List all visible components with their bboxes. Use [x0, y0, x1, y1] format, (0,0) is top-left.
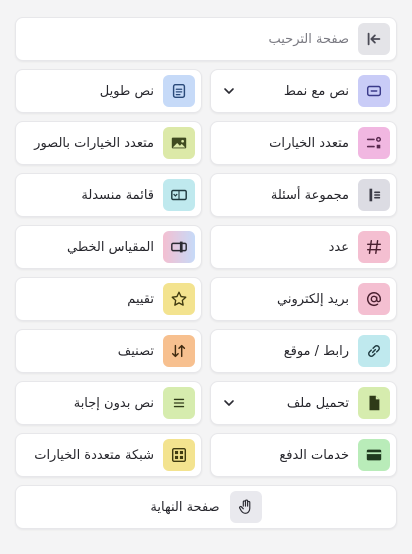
linear-scale-label: المقياس الخطي — [66, 239, 154, 255]
dropdown-list-label: قائمة منسدلة — [81, 187, 154, 203]
question-group-button[interactable]: مجموعة أسئلة — [210, 173, 397, 217]
ranking-button[interactable]: تصنيف — [15, 329, 202, 373]
matrix-label: شبكة متعددة الخيارات — [34, 447, 154, 463]
email-button[interactable]: بريد إلكتروني — [210, 277, 397, 321]
multiple-choice-label: متعدد الخيارات — [269, 135, 349, 151]
file-upload-label: تحميل ملف — [286, 395, 349, 411]
end-page-label: صفحة النهاية — [150, 499, 220, 515]
ranking-label: تصنيف — [117, 343, 154, 359]
question-group-icon — [358, 179, 390, 211]
link-icon — [358, 335, 390, 367]
rating-button[interactable]: تقييم — [15, 277, 202, 321]
matrix-button[interactable]: شبكة متعددة الخيارات — [15, 433, 202, 477]
text-with-style-button[interactable]: نص مع نمط — [210, 69, 397, 113]
picture-choice-label: متعدد الخيارات بالصور — [34, 135, 154, 151]
email-label: بريد إلكتروني — [277, 291, 349, 307]
star-icon — [163, 283, 195, 315]
welcome-page-button[interactable]: صفحة الترحيب — [15, 17, 397, 61]
question-type-panel: صفحة الترحيب نص مع نمط نص طويل متعدد الخ… — [0, 0, 412, 554]
statement-label: نص بدون إجابة — [73, 395, 154, 411]
chevron-down-icon[interactable] — [221, 83, 237, 99]
wave-hand-icon — [229, 491, 262, 523]
long-text-label: نص طويل — [99, 83, 154, 99]
long-text-icon — [163, 75, 195, 107]
statement-icon — [163, 387, 195, 419]
payment-icon — [358, 439, 390, 471]
text-with-style-label: نص مع نمط — [283, 83, 349, 99]
statement-button[interactable]: نص بدون إجابة — [15, 381, 202, 425]
picture-choice-button[interactable]: متعدد الخيارات بالصور — [15, 121, 202, 165]
linear-scale-icon — [163, 231, 195, 263]
email-icon — [358, 283, 390, 315]
payment-label: خدمات الدفع — [279, 447, 349, 463]
multiple-choice-button[interactable]: متعدد الخيارات — [210, 121, 397, 165]
collapse-left-icon — [358, 23, 390, 55]
payment-button[interactable]: خدمات الدفع — [210, 433, 397, 477]
number-label: عدد — [328, 239, 349, 255]
welcome-page-label: صفحة الترحيب — [268, 31, 349, 47]
text-style-icon — [358, 75, 390, 107]
dropdown-list-button[interactable]: قائمة منسدلة — [15, 173, 202, 217]
link-button[interactable]: رابط / موقع — [210, 329, 397, 373]
end-page-button[interactable]: صفحة النهاية — [15, 485, 397, 529]
number-button[interactable]: عدد — [210, 225, 397, 269]
matrix-icon — [163, 439, 195, 471]
multiple-choice-icon — [358, 127, 390, 159]
rating-label: تقييم — [127, 291, 154, 307]
file-upload-icon — [358, 387, 390, 419]
long-text-button[interactable]: نص طويل — [15, 69, 202, 113]
linear-scale-button[interactable]: المقياس الخطي — [15, 225, 202, 269]
question-group-label: مجموعة أسئلة — [270, 187, 349, 203]
dropdown-list-icon — [163, 179, 195, 211]
ranking-icon — [163, 335, 195, 367]
picture-choice-icon — [163, 127, 195, 159]
file-upload-button[interactable]: تحميل ملف — [210, 381, 397, 425]
link-label: رابط / موقع — [283, 343, 349, 359]
chevron-down-icon[interactable] — [221, 395, 237, 411]
number-icon — [358, 231, 390, 263]
